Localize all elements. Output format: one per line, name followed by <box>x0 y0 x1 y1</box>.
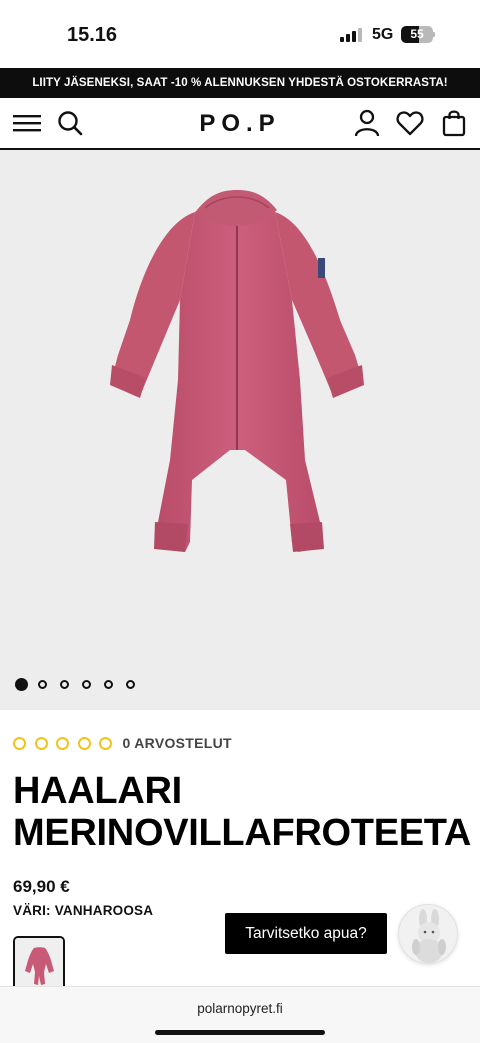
help-chat-button[interactable]: Tarvitsetko apua? <box>225 913 387 954</box>
product-rating[interactable]: 0 ARVOSTELUT <box>13 735 232 751</box>
rating-circle-icon <box>77 736 91 750</box>
product-title: HAALARI MERINOVILLAFROTEETA <box>13 770 473 854</box>
rating-circle-icon <box>56 736 69 750</box>
url-text[interactable]: polarnopyret.fi <box>0 1001 480 1016</box>
gallery-dot-4[interactable] <box>82 680 91 689</box>
status-bar: 15.16 5G 55 <box>0 0 480 68</box>
gallery-dot-5[interactable] <box>104 680 113 689</box>
rating-circle-icon <box>13 736 26 750</box>
account-icon[interactable] <box>352 108 382 138</box>
promo-text: LIITY JÄSENEKSI, SAAT -10 % ALENNUKSEN Y… <box>32 77 448 89</box>
product-price: 69,90 € <box>13 877 70 896</box>
bunny-icon <box>412 909 446 963</box>
romper-garment <box>110 190 364 552</box>
product-title-line2: MERINOVILLAFROTEETA <box>13 812 472 854</box>
product-gallery[interactable] <box>0 150 480 710</box>
gallery-pagination <box>15 678 148 691</box>
product-title-line1: HAALARI <box>13 770 182 812</box>
rating-count: 0 ARVOSTELUT <box>122 735 232 751</box>
status-time: 15.16 <box>67 24 118 46</box>
home-indicator[interactable] <box>155 1030 325 1035</box>
help-chat-label: Tarvitsetko apua? <box>245 925 367 942</box>
rating-circle-icon <box>34 736 48 750</box>
menu-icon[interactable] <box>12 108 42 138</box>
bag-icon[interactable] <box>439 108 469 138</box>
search-icon[interactable] <box>55 108 85 138</box>
rating-circle-icon <box>99 736 112 750</box>
gallery-dot-1[interactable] <box>15 678 28 691</box>
chat-avatar[interactable] <box>398 904 458 964</box>
battery-icon: 55 <box>401 26 435 43</box>
site-header: PO.P <box>0 98 480 150</box>
logo-text[interactable]: PO.P <box>199 110 280 137</box>
browser-address-bar[interactable]: polarnopyret.fi <box>0 986 480 1043</box>
gallery-dot-2[interactable] <box>38 680 47 689</box>
promo-banner[interactable]: LIITY JÄSENEKSI, SAAT -10 % ALENNUKSEN Y… <box>0 68 480 98</box>
heart-icon[interactable] <box>395 108 425 138</box>
gallery-dot-3[interactable] <box>60 680 69 689</box>
gallery-dot-6[interactable] <box>126 680 135 689</box>
signal-icon <box>340 28 364 42</box>
product-image <box>110 190 364 552</box>
network-label: 5G <box>372 26 394 43</box>
product-color-label: VÄRI: VANHAROOSA <box>13 903 154 918</box>
battery-level: 55 <box>410 27 424 41</box>
